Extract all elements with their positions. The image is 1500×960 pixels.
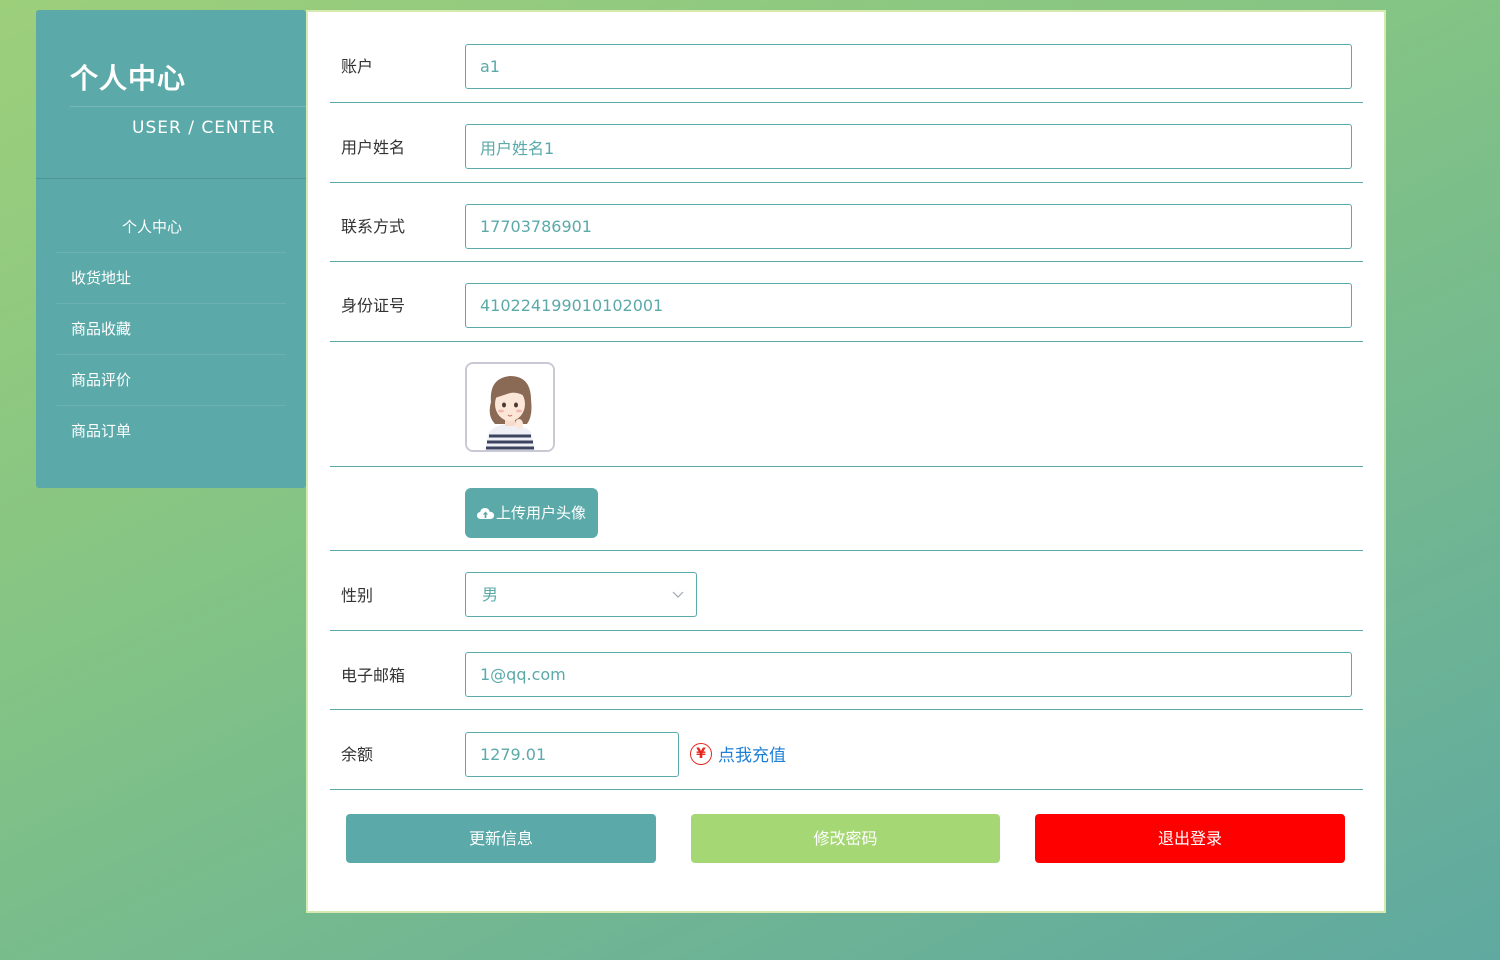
recharge-link[interactable]: ¥ 点我充值 (690, 741, 786, 766)
phone-input[interactable] (465, 204, 1352, 249)
gender-select-value: 男 (482, 585, 499, 604)
profile-panel: 账户 用户姓名 联系方式 身份证号 (306, 10, 1386, 913)
form-row-gender: 性别 男 (330, 550, 1363, 631)
username-label: 用户姓名 (341, 138, 406, 157)
balance-input[interactable] (465, 732, 679, 777)
cloud-upload-icon (476, 508, 494, 519)
sidebar-item-orders[interactable]: 商品订单 (56, 406, 286, 456)
sidebar-subtitle: USER / CENTER (132, 118, 276, 138)
gender-select[interactable]: 男 (465, 572, 697, 617)
logout-button[interactable]: 退出登录 (1035, 814, 1345, 863)
title-divider (70, 106, 306, 107)
form-row-email: 电子邮箱 (330, 630, 1363, 710)
upload-avatar-label: 上传用户头像 (495, 504, 586, 522)
form-row-account: 账户 (330, 32, 1363, 103)
balance-label: 余额 (341, 745, 374, 764)
sidebar: 个人中心 USER / CENTER 个人中心 收货地址 商品收藏 商品评价 商… (36, 10, 306, 488)
sidebar-divider (36, 178, 306, 179)
account-label: 账户 (341, 57, 374, 76)
sidebar-item-reviews[interactable]: 商品评价 (56, 355, 286, 406)
phone-label: 联系方式 (341, 217, 406, 236)
chevron-down-icon (672, 591, 684, 598)
email-input[interactable] (465, 652, 1352, 697)
recharge-label: 点我充值 (718, 746, 786, 766)
form-row-id-number: 身份证号 (330, 261, 1363, 342)
email-label: 电子邮箱 (341, 666, 406, 685)
update-info-button[interactable]: 更新信息 (346, 814, 656, 863)
upload-avatar-button[interactable]: 上传用户头像 (465, 488, 598, 538)
form-row-avatar (330, 341, 1363, 467)
form-row-upload: 上传用户头像 (330, 466, 1363, 551)
username-input[interactable] (465, 124, 1352, 169)
sidebar-menu: 个人中心 收货地址 商品收藏 商品评价 商品订单 (56, 202, 286, 456)
sidebar-title: 个人中心 (70, 62, 187, 95)
id-number-label: 身份证号 (341, 296, 406, 315)
sidebar-item-user-center[interactable]: 个人中心 (56, 202, 286, 253)
form-row-phone: 联系方式 (330, 182, 1363, 262)
gender-label: 性别 (341, 586, 374, 605)
avatar (465, 362, 555, 452)
sidebar-item-favorites[interactable]: 商品收藏 (56, 304, 286, 355)
avatar-illustration (467, 364, 553, 450)
form-row-balance: 余额 ¥ 点我充值 (330, 709, 1363, 790)
yuan-icon: ¥ (690, 742, 712, 765)
change-password-button[interactable]: 修改密码 (691, 814, 1000, 863)
account-input[interactable] (465, 44, 1352, 89)
id-number-input[interactable] (465, 283, 1352, 328)
form-row-username: 用户姓名 (330, 102, 1363, 183)
sidebar-item-shipping-address[interactable]: 收货地址 (56, 253, 286, 304)
